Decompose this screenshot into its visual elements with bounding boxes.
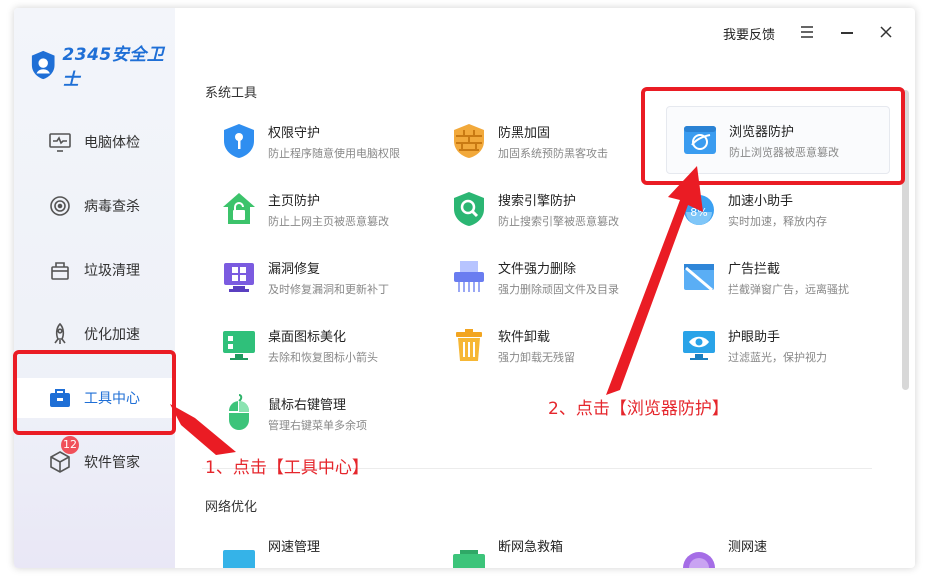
highlight-box-browser-protect <box>641 87 905 185</box>
shredder-icon <box>454 261 484 292</box>
tool-desktop-icon-beautify[interactable]: 桌面图标美化 去除和恢复图标小箭头 <box>206 312 428 378</box>
tool-title: 护眼助手 <box>728 330 781 345</box>
tool-title: 加速小助手 <box>728 194 794 209</box>
tool-title: 权限守护 <box>268 126 321 141</box>
annotation-step2: 2、点击【浏览器防护】 <box>548 399 729 419</box>
tool-desc: 强力删除顽固文件及目录 <box>498 283 619 296</box>
app-logo: 2345安全卫士 <box>30 40 175 90</box>
monitor-pulse-icon <box>49 133 71 152</box>
notification-badge: 12 <box>61 436 79 454</box>
tool-desc: 管理右键菜单多余项 <box>268 419 367 432</box>
tool-title: 网速管理 <box>268 540 321 555</box>
minimize-icon[interactable] <box>841 32 853 34</box>
tool-homepage-protect[interactable]: 主页防护 防止上网主页被恶意篡改 <box>206 176 428 242</box>
search-shield-icon <box>454 192 484 226</box>
shield-logo-icon <box>31 50 55 80</box>
net-speed-icon <box>223 550 255 568</box>
tool-desc: 防止程序随意使用电脑权限 <box>268 147 400 160</box>
tool-right-click-manager[interactable]: 鼠标右键管理 管理右键菜单多余项 <box>206 380 428 446</box>
tool-speed-assistant[interactable]: 8% 加速小助手 实时加速，释放内存 <box>666 176 888 242</box>
tool-title: 漏洞修复 <box>268 262 321 277</box>
first-aid-icon <box>453 550 485 568</box>
sidebar-item-label: 软件管家 <box>84 455 140 471</box>
tool-force-delete[interactable]: 文件强力删除 强力删除顽固文件及目录 <box>436 244 658 310</box>
tool-speed-test[interactable]: 测网速 <box>666 522 888 568</box>
tool-vulnerability-fix[interactable]: 漏洞修复 及时修复漏洞和更新补丁 <box>206 244 428 310</box>
tool-anti-hack[interactable]: 防黑加固 加固系统预防黑客攻击 <box>436 108 658 174</box>
tool-ad-block[interactable]: 广告拦截 拦截弹窗广告，远离骚扰 <box>666 244 888 310</box>
title-bar: 我要反馈 <box>615 8 915 58</box>
logo-text: 2345安全卫士 <box>62 45 165 90</box>
tool-net-speed-manage[interactable]: 网速管理 <box>206 522 428 568</box>
tool-search-engine-protect[interactable]: 搜索引擎防护 防止搜索引擎被恶意篡改 <box>436 176 658 242</box>
speed-test-icon <box>683 552 715 568</box>
tool-desc: 强力卸载无残留 <box>498 351 575 364</box>
tool-title: 桌面图标美化 <box>268 330 347 345</box>
desktop-icon <box>223 331 255 360</box>
sidebar-item-label: 病毒查杀 <box>84 199 140 215</box>
tool-title: 断网急救箱 <box>498 540 564 555</box>
target-icon <box>50 196 70 216</box>
close-icon[interactable] <box>879 25 893 39</box>
sidebar-item-virus-scan[interactable]: 病毒查杀 <box>14 186 175 226</box>
sidebar: 2345安全卫士 电脑体检 病毒查杀 垃圾清理 优化加速 工具中心 12 软件管… <box>14 8 175 568</box>
sidebar-item-junk-clean[interactable]: 垃圾清理 <box>14 250 175 290</box>
trash-bin-icon <box>51 262 69 280</box>
ad-block-icon <box>684 264 714 292</box>
tool-title: 搜索引擎防护 <box>498 194 577 209</box>
tool-title: 广告拦截 <box>728 262 781 277</box>
tool-eye-care[interactable]: 护眼助手 过滤蓝光，保护视力 <box>666 312 888 378</box>
tool-title: 防黑加固 <box>498 126 551 141</box>
uninstall-bin-icon <box>456 329 482 361</box>
svg-text:8%: 8% <box>690 206 707 219</box>
tool-desc: 防止上网主页被恶意篡改 <box>268 215 389 228</box>
sidebar-item-optimize[interactable]: 优化加速 <box>14 314 175 354</box>
sidebar-item-label: 垃圾清理 <box>84 263 140 279</box>
sidebar-item-label: 优化加速 <box>84 327 140 343</box>
eye-monitor-icon <box>683 331 715 360</box>
feedback-link[interactable]: 我要反馈 <box>723 24 775 43</box>
tool-desc: 拦截弹窗广告，远离骚扰 <box>728 283 849 296</box>
highlight-box-tool-center <box>13 350 176 435</box>
windows-patch-icon <box>224 263 254 292</box>
shield-key-icon <box>224 124 254 158</box>
tool-desc: 防止搜索引擎被恶意篡改 <box>498 215 619 228</box>
tool-network-first-aid[interactable]: 断网急救箱 <box>436 522 658 568</box>
tool-desc: 去除和恢复图标小箭头 <box>268 351 378 364</box>
tool-title: 软件卸载 <box>498 330 551 345</box>
tool-permission-guard[interactable]: 权限守护 防止程序随意使用电脑权限 <box>206 108 428 174</box>
rocket-icon <box>54 322 66 344</box>
speed-ball-icon: 8% <box>684 195 714 225</box>
tool-title: 鼠标右键管理 <box>268 398 347 413</box>
firewall-icon <box>454 124 484 158</box>
tool-desc: 及时修复漏洞和更新补丁 <box>268 283 389 296</box>
mouse-icon <box>229 394 249 430</box>
tool-desc: 过滤蓝光，保护视力 <box>728 351 827 364</box>
hamburger-menu-icon[interactable] <box>799 25 815 39</box>
section-title-system-tools: 系统工具 <box>205 86 258 101</box>
sidebar-item-pc-checkup[interactable]: 电脑体检 <box>14 122 175 162</box>
tool-title: 主页防护 <box>268 194 321 209</box>
tool-desc: 实时加速，释放内存 <box>728 215 827 228</box>
tool-title: 测网速 <box>728 540 768 555</box>
tool-desc: 加固系统预防黑客攻击 <box>498 147 608 160</box>
tool-software-uninstall[interactable]: 软件卸载 强力卸载无残留 <box>436 312 658 378</box>
home-lock-icon <box>223 193 255 224</box>
sidebar-item-software-manager[interactable]: 12 软件管家 <box>14 436 175 482</box>
tool-title: 文件强力删除 <box>498 262 577 277</box>
section-title-network: 网络优化 <box>205 500 258 515</box>
annotation-step1: 1、点击【工具中心】 <box>205 458 369 478</box>
sidebar-item-label: 电脑体检 <box>84 135 140 151</box>
